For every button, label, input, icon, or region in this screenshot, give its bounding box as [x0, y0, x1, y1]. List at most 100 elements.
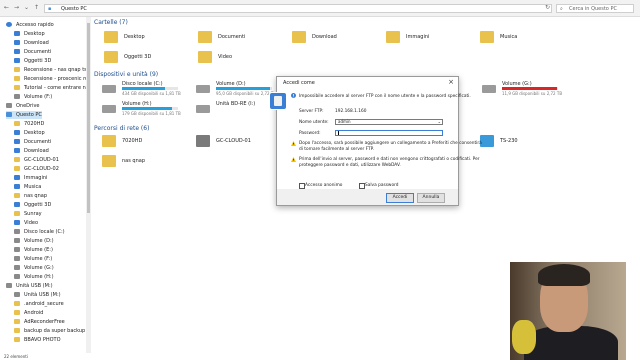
search-placeholder: Cerca in Questo PC — [569, 6, 617, 12]
sidebar-item[interactable]: GC-CLOUD-02 — [14, 165, 59, 173]
documents-icon — [198, 31, 212, 43]
username-field[interactable]: admin ⌄ — [335, 119, 443, 125]
capacity-bar — [122, 107, 178, 110]
folder-icon — [14, 301, 20, 306]
username-value: admin — [338, 119, 351, 124]
sidebar-item[interactable]: Desktop — [14, 30, 45, 38]
sidebar-item-label: Volume (G:) — [24, 265, 54, 271]
desktop-icon — [104, 31, 118, 43]
video-icon — [14, 220, 20, 225]
sidebar-item-label: Volume (F:) — [24, 94, 53, 100]
folder-label: Oggetti 3D — [124, 54, 152, 60]
up-arrow-icon[interactable]: ↑ — [34, 4, 39, 11]
sidebar-scrollbar[interactable] — [86, 17, 91, 353]
sidebar-item[interactable]: Volume (G:) — [14, 264, 54, 272]
folder-label: Musica — [500, 34, 518, 40]
back-arrow-icon[interactable]: ← — [4, 4, 9, 11]
sidebar-item[interactable]: Recensione - nas qnap ts 230 — [14, 66, 86, 74]
close-icon[interactable]: × — [448, 78, 454, 86]
sidebar-item[interactable]: Volume (F:) — [14, 255, 52, 263]
sidebar-item[interactable]: Volume (H:) — [14, 273, 54, 281]
sidebar-item-label: Disco locale (C:) — [24, 229, 65, 235]
search-icon: ⌕ — [560, 6, 563, 12]
sidebar-item[interactable]: Android — [14, 309, 43, 317]
sidebar-item[interactable]: Disco locale (C:) — [14, 228, 65, 236]
sidebar-item-label: Desktop — [24, 31, 45, 37]
sidebar-item[interactable]: OneDrive — [6, 102, 40, 110]
sidebar-item[interactable]: Volume (F:) — [14, 93, 52, 101]
music-icon — [480, 31, 494, 43]
sidebar-item[interactable]: Accesso rapido — [6, 21, 54, 29]
forward-arrow-icon[interactable]: → — [14, 4, 19, 11]
cancel-button[interactable]: Annulla — [417, 193, 445, 203]
network-header[interactable]: Percorsi di rete (6) — [94, 125, 149, 132]
sidebar-item[interactable]: Download — [14, 147, 49, 155]
sidebar-item[interactable]: backup da super backup app — [14, 327, 86, 335]
sidebar-item[interactable]: Documenti — [14, 138, 51, 146]
info-text-1: Dopo l'accesso, sarà possibile aggiunger… — [299, 141, 482, 146]
objects3d-icon — [14, 58, 20, 63]
username-label: Nome utente: — [299, 120, 329, 125]
sidebar-item[interactable]: Unità USB (M:) — [6, 282, 53, 290]
warn-text-1: Prima dell'invio al server, password e d… — [299, 157, 480, 162]
sidebar-item[interactable]: Desktop — [14, 129, 45, 137]
folder-icon — [14, 85, 20, 90]
sidebar-item[interactable]: 7020HD — [14, 120, 44, 128]
folder-icon — [14, 193, 20, 198]
sidebar-item-label: .android_secure — [24, 301, 64, 307]
password-field[interactable] — [335, 130, 443, 136]
sidebar-item[interactable]: nas qnap — [14, 192, 47, 200]
refresh-icon[interactable]: ↻ — [545, 4, 550, 11]
devices-header[interactable]: Dispositivi e unità (9) — [94, 71, 158, 78]
objects3d-icon — [104, 51, 118, 63]
network-label: GC-CLOUD-01 — [216, 138, 251, 144]
documents-icon — [14, 49, 20, 54]
info-text-2: di tornare facilmente al server FTP. — [299, 147, 374, 152]
chevron-down-icon[interactable]: ⌄ — [438, 120, 441, 124]
download-icon — [14, 40, 20, 45]
recent-dropdown-icon[interactable]: ⌄ — [24, 4, 29, 11]
sidebar-item[interactable]: GC-CLOUD-01 — [14, 156, 59, 164]
download-icon — [292, 31, 306, 43]
server-icon — [269, 92, 287, 110]
sidebar-item-label: Tutorial - come entrare nel nas — [24, 85, 86, 91]
sidebar-item[interactable]: BBAVO PHOTO — [14, 336, 61, 344]
network-label: TS-230 — [500, 138, 518, 144]
sidebar-item-label: Volume (D:) — [24, 238, 54, 244]
sidebar-item[interactable]: Documenti — [14, 48, 51, 56]
sidebar-item-label: backup da super backup app — [24, 328, 86, 334]
anonymous-label[interactable]: Accesso anonimo — [305, 183, 342, 188]
sidebar-item[interactable]: .android_secure — [14, 300, 64, 308]
sidebar-item-label: Volume (F:) — [24, 256, 53, 262]
sidebar-item-label: Questo PC — [16, 112, 42, 118]
usb-icon — [14, 292, 20, 297]
sidebar-item[interactable]: Questo PC — [6, 111, 42, 119]
sidebar-item[interactable]: Recensione - proscenic robot — [14, 75, 86, 83]
sidebar-item[interactable]: Musica — [14, 183, 41, 191]
sidebar-item[interactable]: Video — [14, 219, 38, 227]
sidebar-item[interactable]: Oggetti 3D — [14, 201, 51, 209]
sidebar-item[interactable]: Volume (E:) — [14, 246, 53, 254]
sidebar-item[interactable]: Tutorial - come entrare nel nas — [14, 84, 86, 92]
hard-drive-icon — [196, 105, 210, 113]
folder-label: Documenti — [218, 34, 246, 40]
hard-drive-icon — [102, 85, 116, 93]
login-button[interactable]: Accedi — [386, 193, 414, 203]
folder-label: Download — [312, 34, 337, 40]
save-password-label[interactable]: Salva password — [365, 183, 399, 188]
folders-header[interactable]: Cartelle (7) — [94, 19, 128, 26]
folder-icon — [14, 157, 20, 162]
search-input[interactable]: ⌕ Cerca in Questo PC — [556, 4, 634, 13]
sidebar-item[interactable]: Download — [14, 39, 49, 47]
scrollbar-thumb[interactable] — [87, 23, 90, 213]
sidebar-item[interactable]: Immagini — [14, 174, 47, 182]
login-dialog: Accedi come × Impossibile accedere al se… — [269, 76, 482, 206]
sidebar-item[interactable]: AdReconderFree — [14, 318, 65, 326]
navigation-pane[interactable]: Accesso rapido Desktop Download Documenti Og… — [0, 17, 87, 353]
sidebar-item[interactable]: Volume (D:) — [14, 237, 54, 245]
sidebar-item[interactable]: Sunray — [14, 210, 42, 218]
address-bar[interactable]: ▪ Questo PC — [44, 4, 552, 13]
toy-figure — [512, 320, 536, 354]
sidebar-item[interactable]: Unità USB (M:) — [14, 291, 61, 299]
sidebar-item[interactable]: Oggetti 3D — [14, 57, 51, 65]
